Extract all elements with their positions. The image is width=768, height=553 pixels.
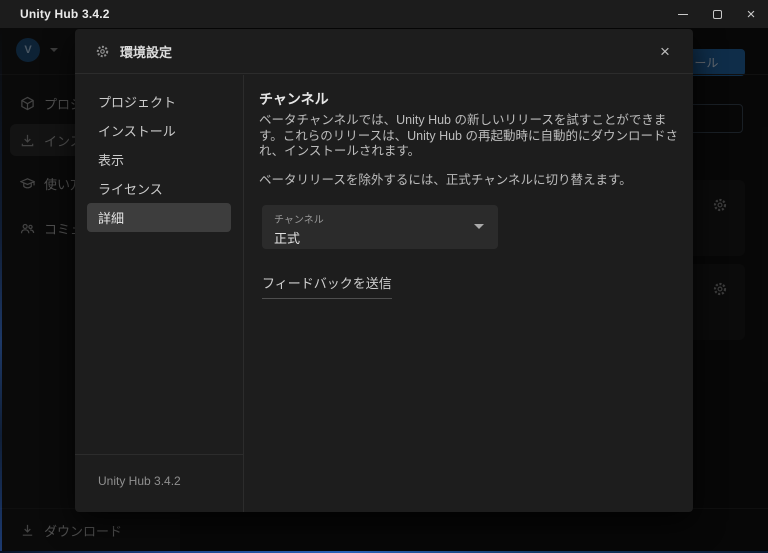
version-divider xyxy=(75,454,243,455)
gear-icon xyxy=(95,44,110,59)
channel-heading: チャンネル xyxy=(259,91,329,107)
dialog-nav-appearance[interactable]: 表示 xyxy=(87,145,231,174)
dialog-nav-label: 詳細 xyxy=(98,211,125,226)
dialog-content: チャンネル ベータチャンネルでは、Unity Hub の新しいリリースを試すこと… xyxy=(245,75,693,512)
dialog-title: 環境設定 xyxy=(120,44,173,60)
preferences-dialog: 環境設定 × プロジェクト インストール 表示 ライセンス 詳細 Unity H… xyxy=(75,29,693,512)
dropdown-value: 正式 xyxy=(274,231,301,246)
dropdown-label: チャンネル xyxy=(274,215,324,226)
hub-version-label: Unity Hub 3.4.2 xyxy=(98,474,181,488)
window-title: Unity Hub 3.4.2 xyxy=(20,7,110,21)
channel-dropdown[interactable]: チャンネル 正式 xyxy=(262,205,498,249)
close-dialog-button[interactable]: × xyxy=(653,40,677,64)
close-window-button[interactable]: × xyxy=(734,0,768,28)
minimize-icon xyxy=(678,13,688,15)
maximize-icon xyxy=(712,9,722,19)
maximize-button[interactable] xyxy=(700,0,734,28)
dialog-nav-label: 表示 xyxy=(98,153,125,168)
close-icon: × xyxy=(660,42,670,61)
dialog-nav-projects[interactable]: プロジェクト xyxy=(87,87,231,116)
unity-hub-window: Unity Hub 3.4.2 × V インストール プロジェクト xyxy=(0,0,768,553)
window-edge-accent-left xyxy=(0,28,2,551)
dialog-nav-label: ライセンス xyxy=(98,182,163,197)
dialog-nav-label: インストール xyxy=(98,124,176,139)
titlebar: Unity Hub 3.4.2 × xyxy=(0,0,768,28)
dialog-nav-licenses[interactable]: ライセンス xyxy=(87,174,231,203)
chevron-down-icon xyxy=(474,224,484,229)
close-window-icon: × xyxy=(746,5,756,23)
channel-description: ベータチャンネルでは、Unity Hub の新しいリリースを試すことができます。… xyxy=(259,113,678,158)
dialog-nav: プロジェクト インストール 表示 ライセンス 詳細 Unity Hub 3.4.… xyxy=(75,75,244,512)
dialog-nav-advanced[interactable]: 詳細 xyxy=(87,203,231,232)
dialog-nav-installs[interactable]: インストール xyxy=(87,116,231,145)
dialog-nav-label: プロジェクト xyxy=(98,95,177,110)
minimize-button[interactable] xyxy=(666,0,700,28)
channel-note: ベータリリースを除外するには、正式チャンネルに切り替えます。 xyxy=(259,172,632,187)
dialog-header: 環境設定 × xyxy=(75,29,693,74)
window-controls: × xyxy=(666,0,768,28)
send-feedback-link[interactable]: フィードバックを送信 xyxy=(262,273,392,299)
